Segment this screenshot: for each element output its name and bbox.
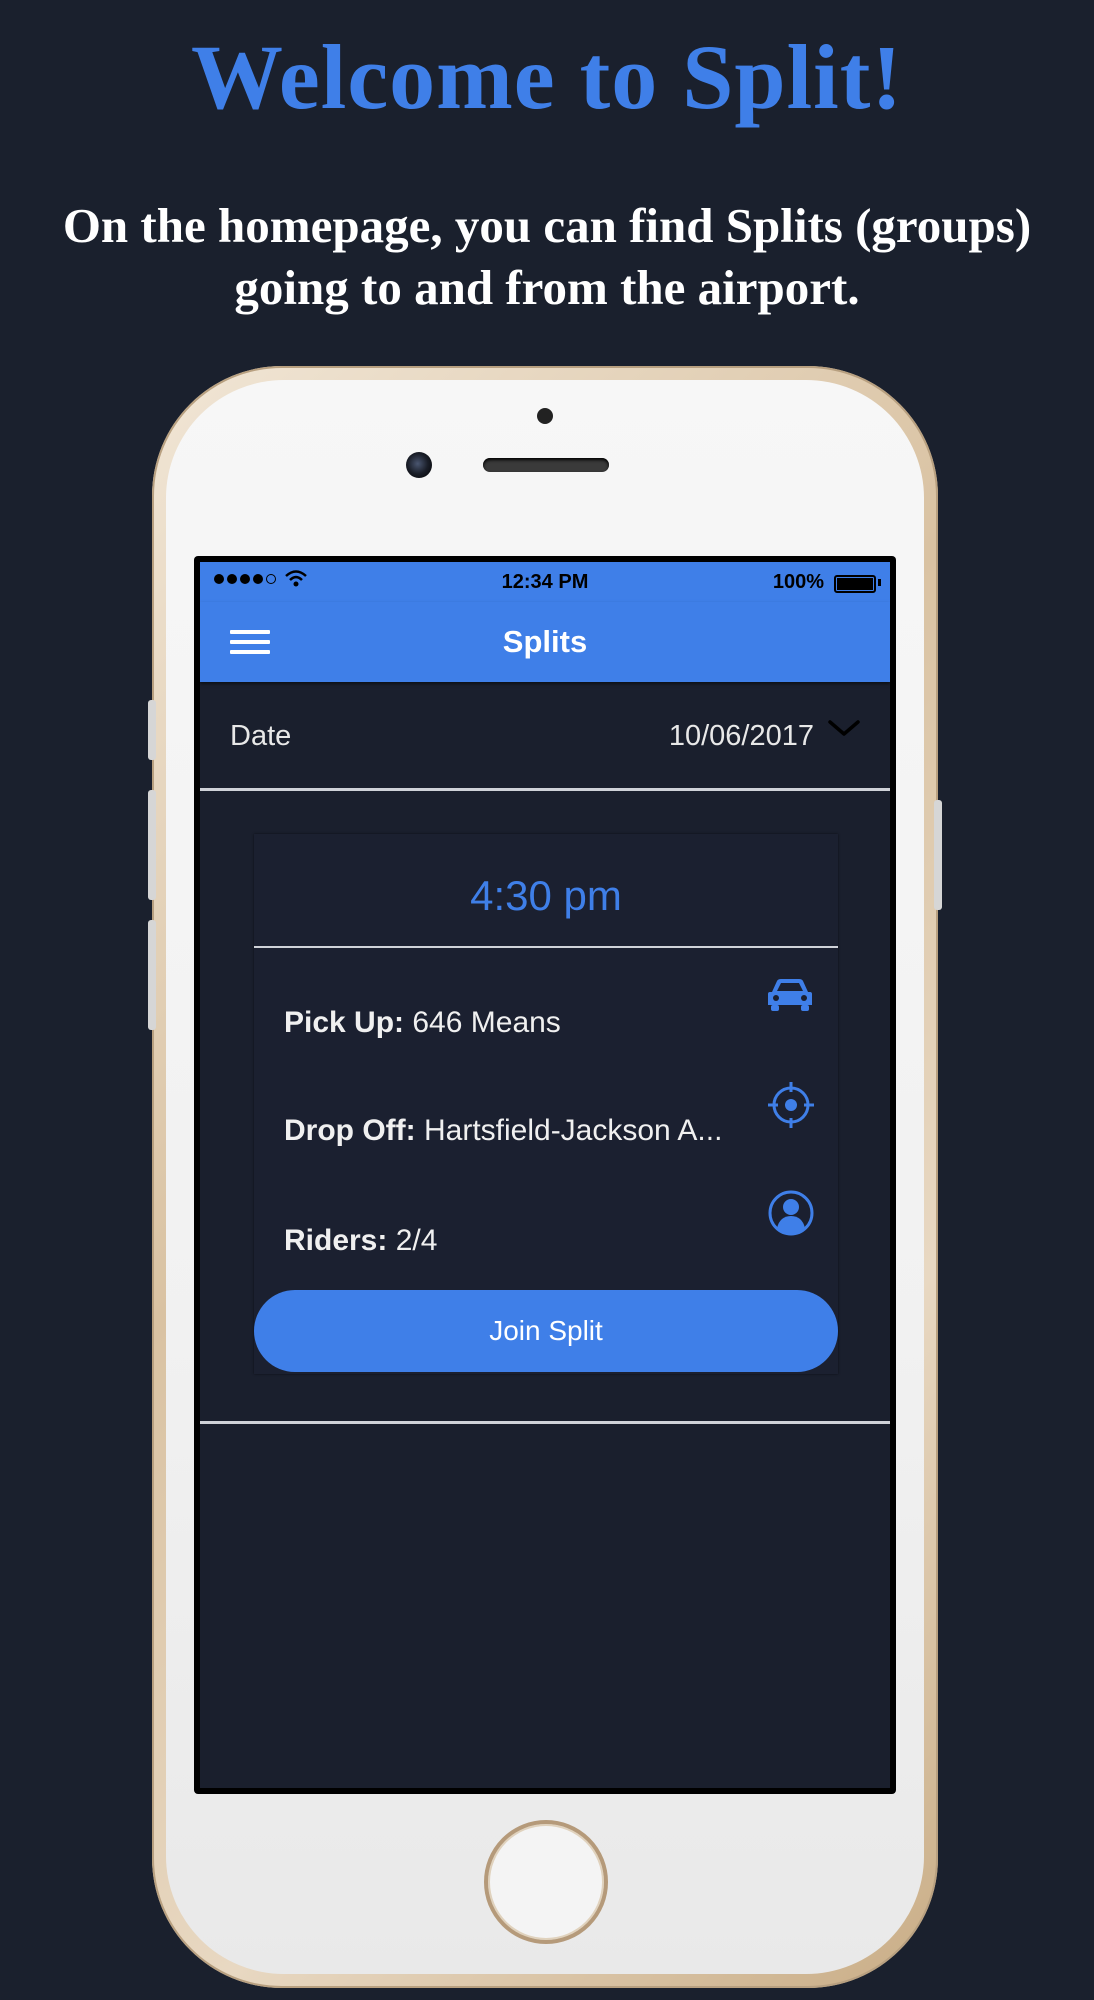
volume-down-button [148, 920, 156, 1030]
subtitle-line-2: going to and from the airport. [234, 260, 860, 315]
mute-switch [148, 700, 156, 760]
pickup-row: Pick Up: 646 Means [284, 1006, 784, 1040]
page-subtitle: On the homepage, you can find Splits (gr… [0, 195, 1094, 319]
user-icon [768, 1190, 814, 1236]
pickup-label: Pick Up: [284, 1006, 405, 1039]
earpiece-speaker [483, 458, 609, 472]
divider-top [200, 788, 890, 791]
riders-value: 2/4 [395, 1224, 438, 1257]
power-button [934, 800, 942, 910]
app-screen: 12:34 PM 100% Splits Date 10/06/2017 4:3… [200, 562, 890, 1788]
target-location-icon [768, 1082, 814, 1128]
front-camera-icon [406, 452, 432, 478]
join-split-button[interactable]: Join Split [254, 1290, 838, 1372]
battery-percentage: 100% [772, 571, 824, 593]
dropoff-row: Drop Off: Hartsfield-Jackson A... [284, 1114, 784, 1148]
split-time: 4:30 pm [470, 872, 622, 919]
hamburger-menu-icon[interactable] [230, 626, 272, 658]
date-value[interactable]: 10/06/2017 [669, 720, 814, 753]
status-bar: 12:34 PM 100% [200, 562, 890, 602]
proximity-sensor [537, 408, 553, 424]
subtitle-line-1: On the homepage, you can find Splits (gr… [62, 198, 1032, 253]
date-label: Date [230, 720, 292, 752]
volume-up-button [148, 790, 156, 900]
page-headline: Welcome to Split! [191, 26, 903, 128]
divider-bottom [200, 1421, 890, 1424]
nav-title: Splits [502, 624, 588, 659]
phone-screen: 12:34 PM 100% Splits Date 10/06/2017 4:3… [194, 556, 896, 1794]
date-selector[interactable]: Date 10/06/2017 [200, 682, 890, 782]
pickup-value: 646 Means [412, 1006, 561, 1039]
split-card: 4:30 pm Pick Up: 646 Means Drop Off: Har… [254, 834, 838, 1374]
battery-icon [834, 575, 876, 593]
home-button[interactable] [484, 1820, 608, 1944]
dropoff-label: Drop Off: [284, 1114, 416, 1147]
chevron-down-icon[interactable] [826, 716, 862, 740]
nav-bar: Splits [200, 602, 890, 682]
battery-tip [878, 579, 881, 586]
car-icon [768, 979, 812, 1011]
dropoff-value: Hartsfield-Jackson A... [423, 1114, 723, 1147]
card-divider [254, 946, 838, 948]
riders-row: Riders: 2/4 [284, 1224, 784, 1258]
riders-label: Riders: [284, 1224, 388, 1257]
